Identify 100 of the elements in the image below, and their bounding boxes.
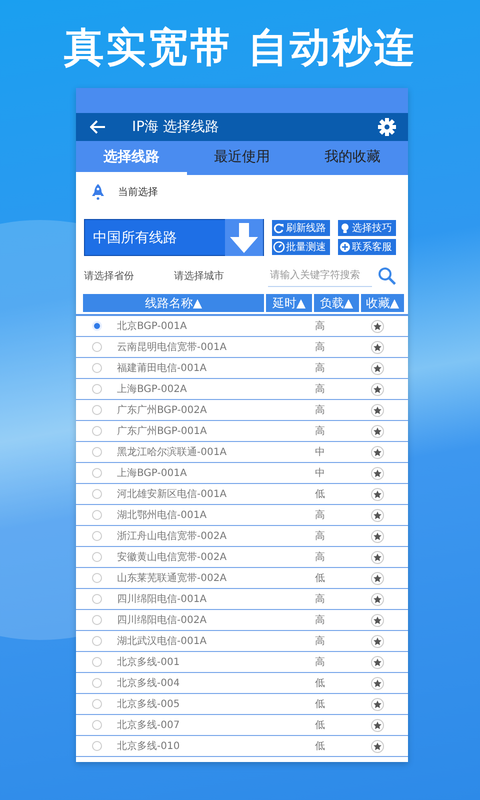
star-icon[interactable] bbox=[371, 718, 384, 732]
star-icon[interactable] bbox=[371, 572, 384, 584]
table-row[interactable]: 浙江舟山电信宽带-002A 高 bbox=[76, 526, 408, 547]
radio-button[interactable] bbox=[92, 531, 102, 541]
radio-button[interactable] bbox=[92, 426, 102, 436]
table-row[interactable]: 河北雄安新区电信-001A 低 bbox=[76, 484, 408, 505]
star-icon[interactable] bbox=[371, 362, 384, 374]
star-icon[interactable] bbox=[371, 382, 384, 396]
route-name: 上海BGP-001A bbox=[117, 466, 188, 480]
radio-button[interactable] bbox=[92, 741, 102, 751]
table-row[interactable]: 湖北武汉电信-001A 高 bbox=[76, 631, 408, 652]
search-icon[interactable] bbox=[378, 267, 396, 285]
table-row[interactable]: 北京多线-004 低 bbox=[76, 673, 408, 694]
star-icon[interactable] bbox=[371, 550, 384, 564]
star-icon[interactable] bbox=[371, 676, 384, 690]
star-icon[interactable] bbox=[371, 656, 384, 668]
table-row[interactable]: 四川绵阳电信-001A 高 bbox=[76, 589, 408, 610]
route-name: 北京多线-001 bbox=[117, 656, 181, 669]
load-level: 中 bbox=[315, 446, 326, 459]
load-level: 高 bbox=[315, 656, 326, 669]
route-name: 安徽黄山电信宽带-002A bbox=[117, 550, 228, 564]
route-name: 福建莆田电信-001A bbox=[117, 362, 208, 375]
table-row[interactable]: 上海BGP-001A 中 bbox=[76, 463, 408, 484]
radio-button[interactable] bbox=[92, 363, 102, 373]
route-name: 湖北鄂州电信-001A bbox=[117, 508, 208, 522]
table-row[interactable]: 四川绵阳电信-002A 高 bbox=[76, 610, 408, 631]
action-button[interactable]: 批量测速 bbox=[272, 239, 330, 255]
radio-button[interactable] bbox=[92, 489, 102, 499]
radio-button[interactable] bbox=[92, 447, 102, 457]
tab[interactable]: 最近使用 bbox=[186, 141, 298, 175]
table-row[interactable]: 上海BGP-002A 高 bbox=[76, 379, 408, 400]
star-icon[interactable] bbox=[371, 340, 384, 354]
settings-icon[interactable] bbox=[378, 118, 396, 136]
column-header[interactable]: 负载▲ bbox=[314, 294, 359, 312]
radio-button[interactable] bbox=[92, 342, 102, 352]
load-level: 高 bbox=[315, 508, 326, 522]
table-row[interactable]: 黑龙江哈尔滨联通-001A 中 bbox=[76, 442, 408, 463]
star-icon[interactable] bbox=[371, 614, 384, 626]
region-dropdown[interactable]: 中国所有线路 bbox=[84, 219, 264, 256]
load-level: 高 bbox=[315, 404, 326, 417]
radio-button[interactable] bbox=[92, 468, 102, 478]
radio-button[interactable] bbox=[92, 573, 102, 583]
table-row[interactable]: 广东广州BGP-001A 高 bbox=[76, 421, 408, 442]
route-name: 上海BGP-002A bbox=[117, 382, 188, 396]
table-row[interactable]: 安徽黄山电信宽带-002A 高 bbox=[76, 547, 408, 568]
column-header[interactable]: 收藏▲ bbox=[361, 294, 404, 312]
table-row[interactable]: 云南昆明电信宽带-001A 高 bbox=[76, 337, 408, 358]
table-row[interactable]: 北京多线-007 低 bbox=[76, 715, 408, 736]
load-level: 高 bbox=[315, 320, 326, 333]
radio-button[interactable] bbox=[92, 384, 102, 394]
star-icon[interactable] bbox=[371, 740, 384, 752]
gauge-icon bbox=[273, 241, 285, 253]
table-row[interactable]: 湖北鄂州电信-001A 高 bbox=[76, 505, 408, 526]
load-level: 低 bbox=[315, 719, 326, 732]
action-button[interactable]: 选择技巧 bbox=[338, 220, 396, 236]
radio-button[interactable] bbox=[92, 510, 102, 520]
load-level: 高 bbox=[315, 340, 326, 354]
table-row[interactable]: 北京多线-005 低 bbox=[76, 694, 408, 715]
load-level: 高 bbox=[315, 550, 326, 564]
radio-button[interactable] bbox=[92, 720, 102, 730]
star-icon[interactable] bbox=[371, 698, 384, 710]
star-icon[interactable] bbox=[371, 446, 384, 458]
star-icon[interactable] bbox=[371, 466, 384, 480]
tab[interactable]: 选择线路 bbox=[76, 141, 187, 175]
tab[interactable]: 我的收藏 bbox=[297, 141, 408, 175]
table-row[interactable]: 北京多线-001 高 bbox=[76, 652, 408, 673]
action-button[interactable]: 联系客服 bbox=[338, 239, 396, 255]
star-icon[interactable] bbox=[371, 530, 384, 542]
back-icon[interactable] bbox=[90, 120, 106, 134]
route-name: 四川绵阳电信-002A bbox=[117, 614, 208, 627]
radio-button[interactable] bbox=[92, 699, 102, 709]
route-name: 北京多线-010 bbox=[117, 740, 181, 753]
star-icon[interactable] bbox=[371, 404, 384, 416]
star-icon[interactable] bbox=[371, 320, 384, 332]
route-name: 广东广州BGP-001A bbox=[117, 424, 208, 438]
radio-button[interactable] bbox=[92, 678, 102, 688]
load-level: 高 bbox=[315, 634, 326, 648]
table-row[interactable]: 山东莱芜联通宽带-002A 低 bbox=[76, 568, 408, 589]
radio-button[interactable] bbox=[92, 615, 102, 625]
star-icon[interactable] bbox=[371, 634, 384, 648]
radio-button[interactable] bbox=[92, 405, 102, 415]
radio-button[interactable] bbox=[92, 594, 102, 604]
star-icon[interactable] bbox=[371, 592, 384, 606]
star-icon[interactable] bbox=[371, 508, 384, 522]
load-level: 高 bbox=[315, 614, 326, 627]
route-name: 北京多线-004 bbox=[117, 676, 181, 690]
table-row[interactable]: 福建莆田电信-001A 高 bbox=[76, 358, 408, 379]
table-row[interactable]: 广东广州BGP-002A 高 bbox=[76, 400, 408, 421]
star-icon[interactable] bbox=[371, 424, 384, 438]
radio-button[interactable] bbox=[92, 657, 102, 667]
load-level: 低 bbox=[315, 677, 326, 690]
radio-button[interactable] bbox=[92, 552, 102, 562]
load-level: 低 bbox=[315, 488, 326, 501]
action-button[interactable]: 刷新线路 bbox=[272, 220, 330, 236]
column-header[interactable]: 线路名称▲ bbox=[83, 294, 264, 312]
radio-button[interactable] bbox=[92, 636, 102, 646]
star-icon[interactable] bbox=[371, 488, 384, 500]
column-header[interactable]: 延时▲ bbox=[266, 294, 312, 312]
table-row[interactable]: 北京多线-010 低 bbox=[76, 736, 408, 757]
table-row[interactable]: 北京BGP-001A 高 bbox=[76, 316, 408, 337]
